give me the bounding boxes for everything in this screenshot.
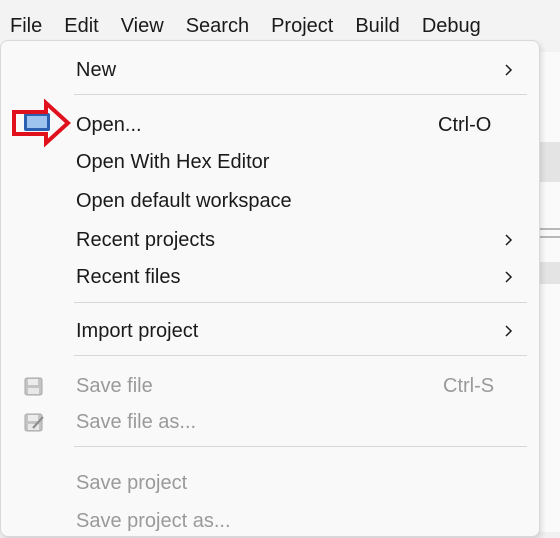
file-menu-dropdown: New Open... Ctrl-O Open With Hex Editor … bbox=[0, 40, 540, 537]
menu-separator bbox=[74, 302, 527, 303]
menu-item-label: Save file bbox=[76, 374, 153, 397]
menu-item-label: Save project as... bbox=[76, 509, 231, 532]
menu-item-label: Recent files bbox=[76, 265, 181, 288]
background-divider bbox=[540, 228, 560, 230]
submenu-arrow-icon bbox=[505, 234, 513, 246]
menu-item-shortcut: Ctrl-S bbox=[443, 374, 495, 397]
menu-item-label: Save project bbox=[76, 471, 188, 494]
background-toolbar-band bbox=[540, 142, 560, 182]
menu-item-save-project[interactable]: Save project bbox=[1, 466, 539, 500]
menu-item-save-file-as[interactable]: Save file as... bbox=[1, 405, 539, 439]
background-divider bbox=[540, 236, 560, 238]
menu-item-label: Recent projects bbox=[76, 228, 215, 251]
menu-item-label: Open... bbox=[76, 113, 142, 136]
submenu-arrow-icon bbox=[505, 64, 513, 76]
submenu-arrow-icon bbox=[505, 271, 513, 283]
menu-separator bbox=[74, 446, 527, 447]
folder-open-icon bbox=[24, 113, 50, 131]
menu-item-save-file[interactable]: Save file Ctrl-S bbox=[1, 369, 539, 403]
menu-item-recent-projects[interactable]: Recent projects bbox=[1, 223, 539, 257]
menu-item-open[interactable]: Open... Ctrl-O bbox=[1, 108, 539, 142]
submenu-arrow-icon bbox=[505, 325, 513, 337]
menu-item-label: Import project bbox=[76, 319, 199, 342]
menu-item-recent-files[interactable]: Recent files bbox=[1, 260, 539, 294]
menu-item-label: Open default workspace bbox=[76, 189, 292, 212]
floppy-disk-pencil-icon bbox=[24, 413, 44, 432]
menu-item-label: Open With Hex Editor bbox=[76, 150, 270, 173]
menu-item-new[interactable]: New bbox=[1, 53, 539, 87]
red-annotation-arrow-icon bbox=[12, 98, 71, 148]
menu-item-import-project[interactable]: Import project bbox=[1, 314, 539, 348]
background-editor-area bbox=[540, 52, 560, 532]
menu-separator bbox=[74, 355, 527, 356]
menu-item-open-hex-editor[interactable]: Open With Hex Editor bbox=[1, 145, 539, 179]
background-panel-band bbox=[540, 262, 560, 284]
menu-item-save-project-as[interactable]: Save project as... bbox=[1, 504, 539, 538]
menu-item-label: Save file as... bbox=[76, 410, 197, 433]
menu-item-shortcut: Ctrl-O bbox=[438, 113, 492, 136]
menu-item-open-default-workspace[interactable]: Open default workspace bbox=[1, 184, 539, 218]
menu-item-label: New bbox=[76, 58, 117, 81]
menu-separator bbox=[74, 94, 527, 95]
floppy-disk-icon bbox=[24, 377, 43, 396]
